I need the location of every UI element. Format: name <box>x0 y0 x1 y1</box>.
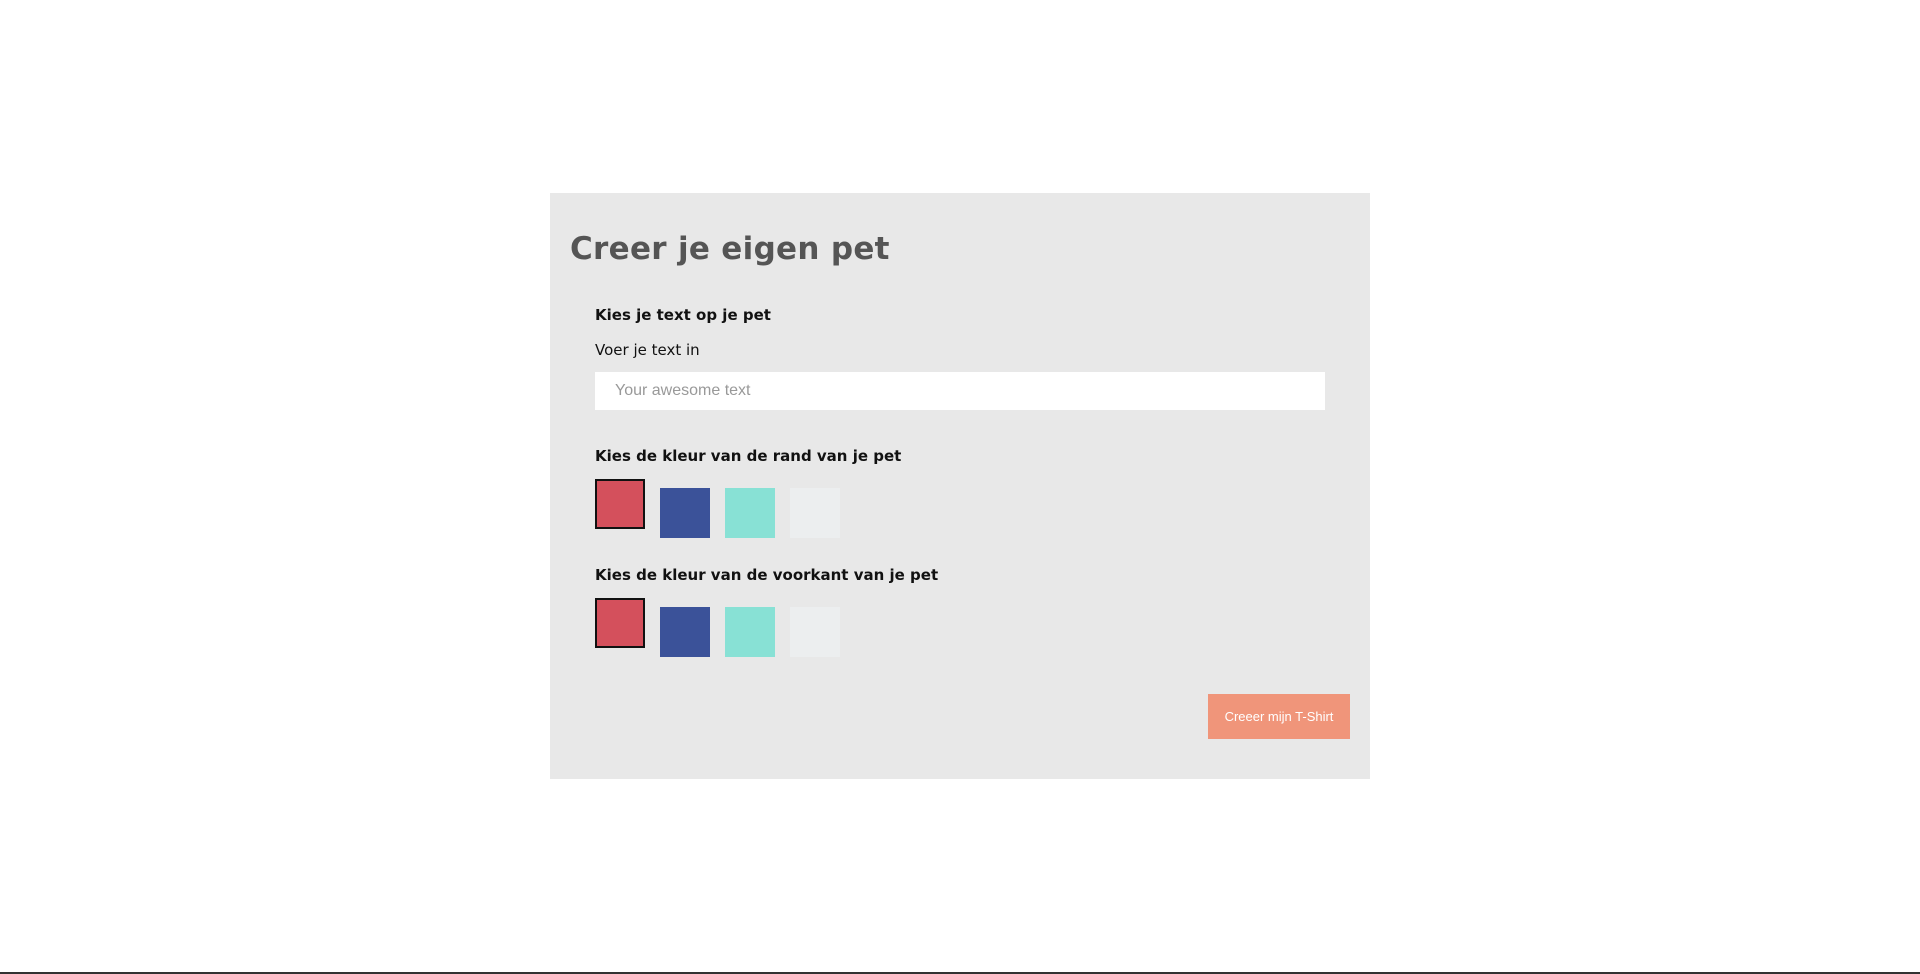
front-color-swatch-blue[interactable] <box>660 607 710 657</box>
text-input-label: Voer je text in <box>595 341 700 359</box>
rim-color-swatch-light-gray[interactable] <box>790 488 840 538</box>
rim-color-swatch-red[interactable] <box>595 479 645 529</box>
rim-color-heading: Kies de kleur van de rand van je pet <box>595 447 902 465</box>
cap-text-input[interactable] <box>595 372 1325 410</box>
front-color-heading: Kies de kleur van de voorkant van je pet <box>595 566 939 584</box>
cap-designer-panel: Creer je eigen pet Kies je text op je pe… <box>550 193 1370 779</box>
page-title: Creer je eigen pet <box>570 231 890 267</box>
front-color-swatch-red[interactable] <box>595 598 645 648</box>
create-tshirt-button[interactable]: Creeer mijn T-Shirt <box>1208 694 1350 739</box>
front-color-swatch-light-gray[interactable] <box>790 607 840 657</box>
front-color-swatch-turquoise[interactable] <box>725 607 775 657</box>
text-section-heading: Kies je text op je pet <box>595 306 771 324</box>
rim-color-swatch-turquoise[interactable] <box>725 488 775 538</box>
rim-color-swatch-blue[interactable] <box>660 488 710 538</box>
